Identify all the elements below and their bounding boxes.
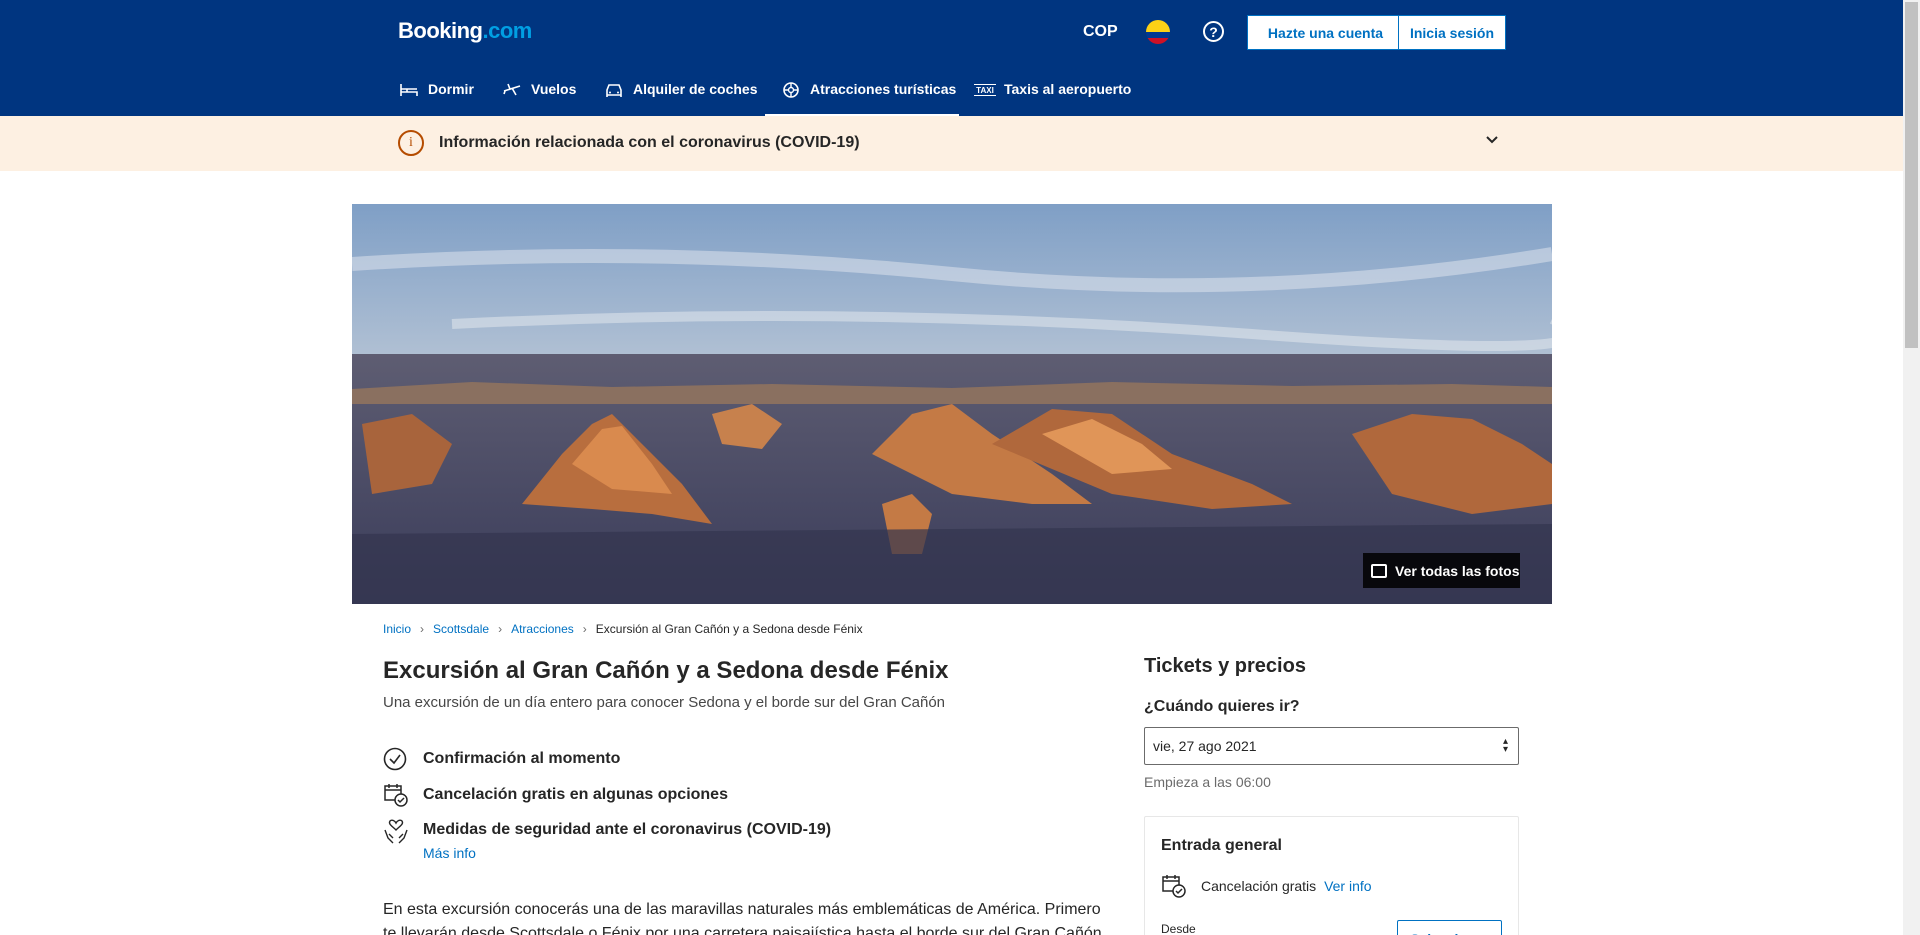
select-ticket-button[interactable]: Seleccionar (1397, 920, 1502, 935)
scrollbar-thumb[interactable] (1905, 2, 1918, 348)
booking-logo[interactable]: Booking.com (398, 18, 532, 44)
date-select[interactable]: vie, 27 ago 2021 ▴ ▾ (1144, 727, 1519, 765)
cancellation-text: Cancelación gratis (1201, 878, 1317, 894)
register-button[interactable]: Hazte una cuenta (1247, 15, 1404, 50)
nav-item-label: Vuelos (531, 81, 577, 97)
chevron-down-icon[interactable] (1482, 129, 1502, 149)
heart-hands-icon (383, 818, 409, 844)
ticket-option-card: Entrada general Cancelación gratis Ver i… (1144, 816, 1519, 935)
language-flag-icon[interactable] (1146, 20, 1170, 44)
currency-selector[interactable]: COP (1083, 23, 1118, 41)
start-time-text: Empieza a las 06:00 (1144, 774, 1271, 790)
page-subtitle: Una excursión de un día entero para cono… (383, 694, 946, 711)
bed-icon (398, 81, 420, 99)
price-from-label: Desde (1161, 922, 1196, 935)
nav-item-car-rental[interactable]: Alquiler de coches (603, 73, 757, 116)
breadcrumb-link[interactable]: Scottsdale (433, 622, 489, 636)
check-circle-icon (383, 747, 409, 773)
tour-description: En esta excursión conocerás una de las m… (383, 901, 1102, 935)
breadcrumb: Inicio › Scottsdale › Atracciones › Excu… (383, 622, 863, 636)
feature-label: Medidas de seguridad ante el coronavirus… (423, 821, 832, 838)
help-icon[interactable]: ? (1203, 21, 1224, 42)
view-all-photos-label: Ver todas las fotos (1395, 562, 1520, 579)
nav-item-stays[interactable]: Dormir (398, 73, 474, 116)
feature-free-cancellation: Cancelación gratis en algunas opciones (383, 782, 728, 808)
chevron-right-icon: › (420, 622, 425, 636)
page-scrollbar[interactable] (1903, 0, 1920, 935)
cancellation-info: Cancelación gratis Ver info (1201, 878, 1372, 894)
plane-icon (501, 81, 523, 99)
taxi-icon: TAXI (974, 84, 996, 96)
calendar-check-icon (383, 782, 409, 808)
info-icon: i (398, 130, 424, 156)
ticket-option-title: Entrada general (1161, 837, 1282, 854)
feature-label: Confirmación al momento (423, 750, 621, 767)
date-value: vie, 27 ago 2021 (1153, 738, 1257, 754)
hero-image[interactable] (352, 204, 1552, 604)
nav-item-attractions[interactable]: Atracciones turísticas (765, 73, 959, 116)
breadcrumb-link[interactable]: Atracciones (511, 622, 574, 636)
covid-banner-text: Información relacionada con el coronavir… (439, 134, 860, 151)
breadcrumb-current: Excursión al Gran Cañón y a Sedona desde… (595, 622, 863, 636)
nav-item-label: Atracciones turísticas (810, 81, 957, 97)
feature-covid-measures: Medidas de seguridad ante el coronavirus… (383, 818, 831, 861)
image-icon (1371, 563, 1387, 578)
chevron-right-icon: › (498, 622, 503, 636)
view-info-link[interactable]: Ver info (1324, 878, 1371, 894)
login-button[interactable]: Inicia sesión (1398, 15, 1506, 50)
tickets-title: Tickets y precios (1144, 655, 1306, 677)
view-all-photos-button[interactable]: Ver todas las fotos (1363, 553, 1520, 588)
calendar-check-icon (1161, 873, 1187, 899)
car-icon (603, 81, 625, 99)
nav-item-label: Alquiler de coches (633, 81, 758, 97)
feature-instant-confirmation: Confirmación al momento (383, 747, 620, 773)
covid-banner[interactable]: i Información relacionada con el coronav… (0, 116, 1903, 171)
more-info-link[interactable]: Más info (423, 845, 831, 861)
sort-arrows-icon: ▴ ▾ (1502, 736, 1508, 755)
nav-item-airport-taxis[interactable]: TAXI Taxis al aeropuerto (974, 73, 1131, 116)
page-title: Excursión al Gran Cañón y a Sedona desde… (383, 657, 949, 684)
nav-item-label: Dormir (428, 81, 474, 97)
feature-label: Cancelación gratis en algunas opciones (423, 786, 728, 803)
nav-item-flights[interactable]: Vuelos (501, 73, 576, 116)
breadcrumb-link[interactable]: Inicio (383, 622, 411, 636)
date-question-label: ¿Cuándo quieres ir? (1144, 698, 1300, 715)
nav-item-label: Taxis al aeropuerto (1004, 81, 1132, 97)
chevron-right-icon: › (582, 622, 587, 636)
attractions-icon (780, 81, 802, 99)
